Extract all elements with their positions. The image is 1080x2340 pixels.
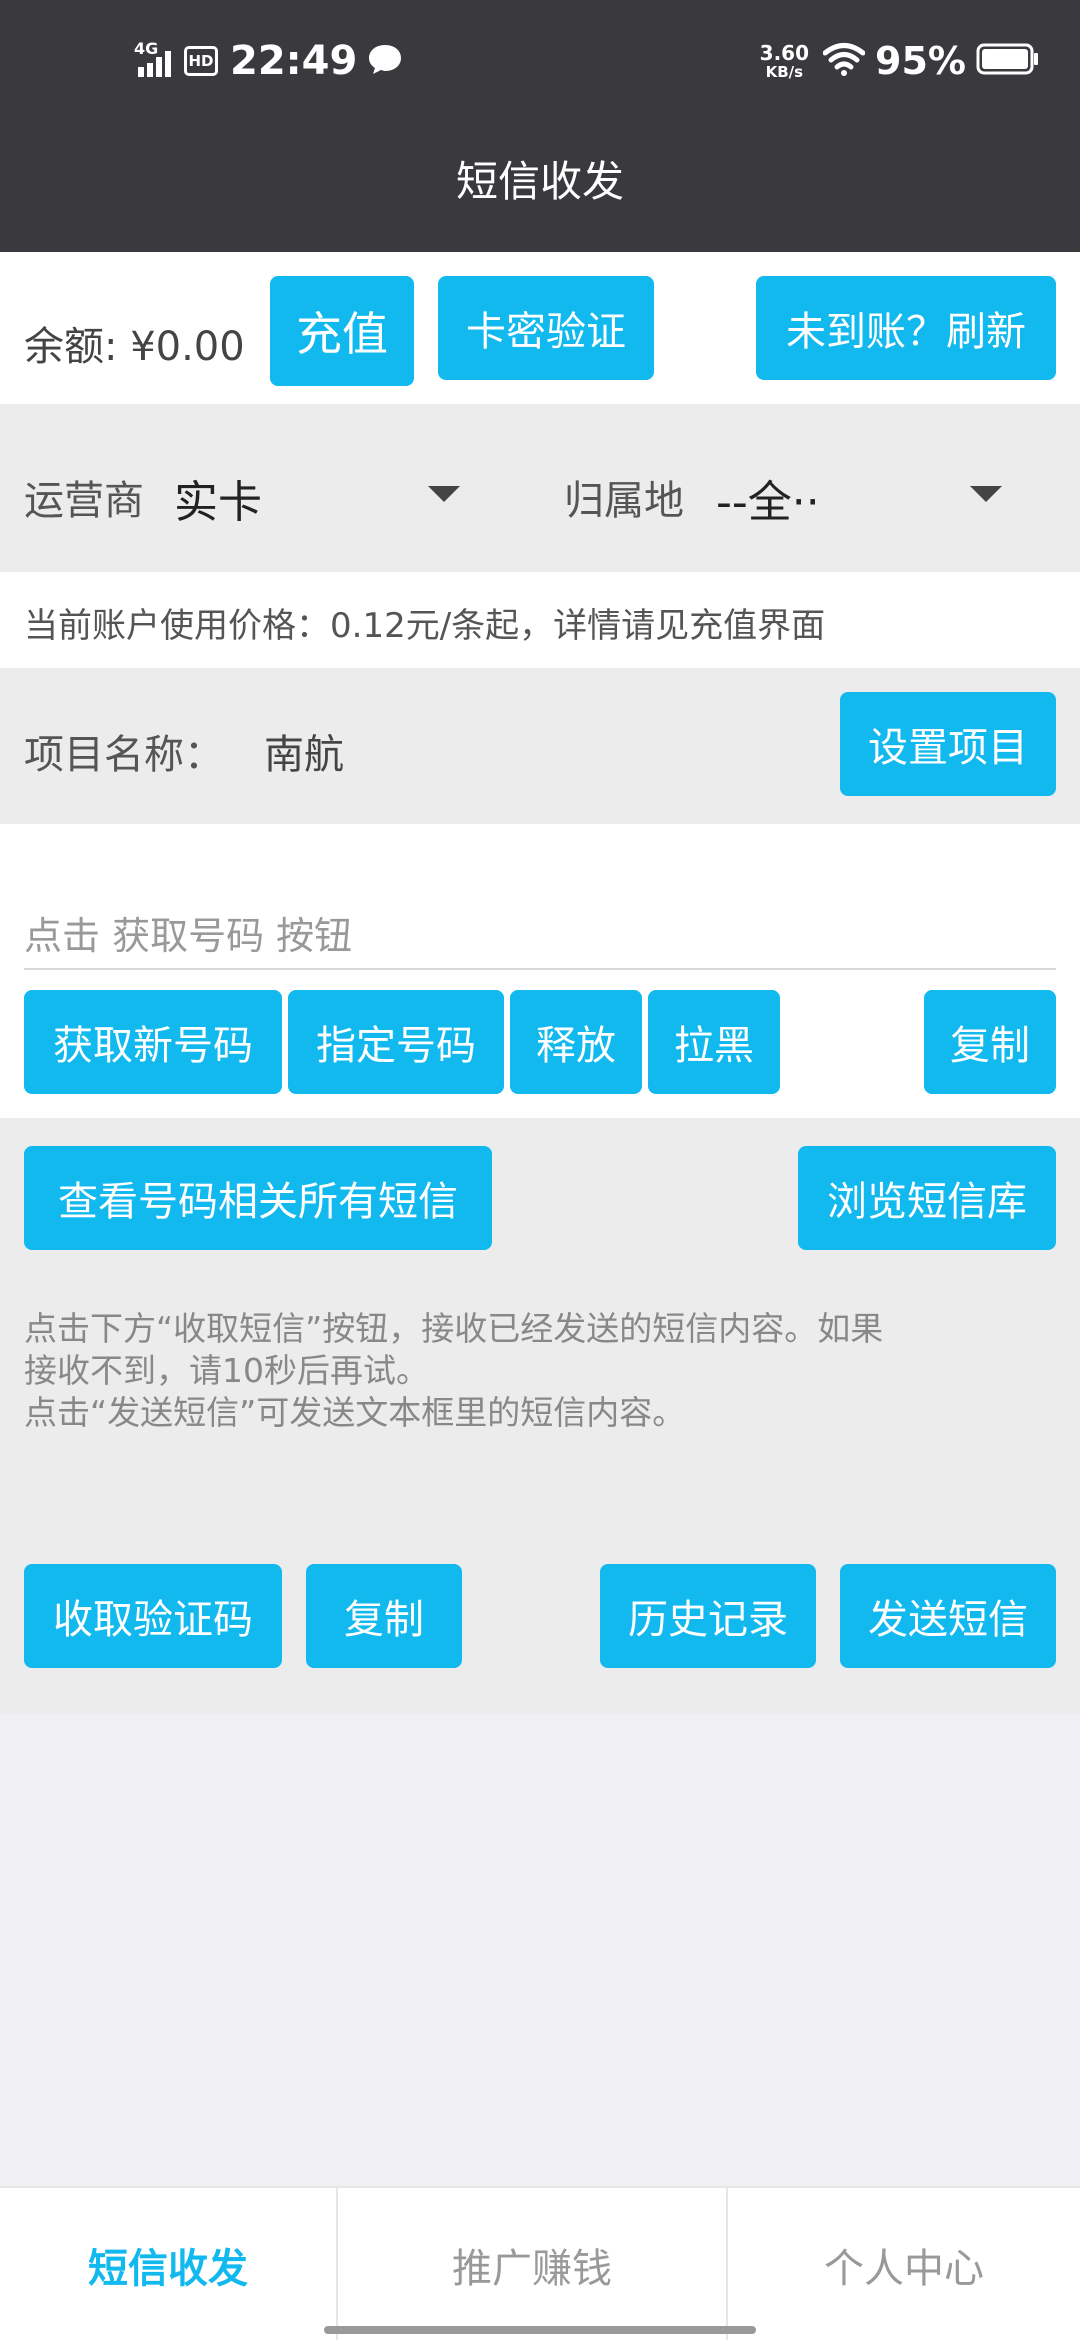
- card-verify-button[interactable]: 卡密验证: [438, 276, 654, 380]
- battery-icon: [976, 43, 1040, 79]
- sms-hint-line: 接收不到，请10秒后再试。: [24, 1351, 429, 1390]
- project-name-value: 南航: [264, 732, 344, 778]
- send-sms-button[interactable]: 发送短信: [840, 1564, 1056, 1668]
- home-indicator[interactable]: [324, 2326, 756, 2334]
- bottom-tab-bar: 短信收发 推广赚钱 个人中心: [0, 2186, 1080, 2340]
- blacklist-button[interactable]: 拉黑: [648, 990, 780, 1094]
- carrier-dropdown-icon: [428, 486, 460, 502]
- price-note: 当前账户使用价格：0.12元/条起，详情请见充值界面: [24, 606, 826, 646]
- region-label: 归属地: [564, 478, 684, 524]
- wifi-icon: [822, 42, 866, 80]
- specify-number-button[interactable]: 指定号码: [288, 990, 504, 1094]
- tab-sms[interactable]: 短信收发: [0, 2188, 336, 2340]
- release-button[interactable]: 释放: [510, 990, 642, 1094]
- view-all-sms-button[interactable]: 查看号码相关所有短信: [24, 1146, 492, 1250]
- region-dropdown-icon: [970, 486, 1002, 502]
- carrier-select[interactable]: 实卡: [174, 444, 464, 544]
- refresh-balance-button[interactable]: 未到账？刷新: [756, 276, 1056, 380]
- copy-number-button[interactable]: 复制: [924, 990, 1056, 1094]
- sms-section: 查看号码相关所有短信 浏览短信库 点击下方“收取短信”按钮，接收已经发送的短信内…: [0, 1118, 1080, 1714]
- sms-hint-line: 点击“发送短信”可发送文本框里的短信内容。: [24, 1393, 686, 1432]
- net-speed-value: 3.60: [759, 40, 810, 65]
- project-row: 项目名称： 南航 设置项目: [0, 668, 1080, 824]
- price-note-row: 当前账户使用价格：0.12元/条起，详情请见充值界面: [0, 572, 1080, 668]
- carrier-label: 运营商: [24, 478, 144, 524]
- carrier-value: 实卡: [174, 477, 262, 528]
- get-new-number-button[interactable]: 获取新号码: [24, 990, 282, 1094]
- status-left: 4G HD 22:49: [134, 34, 403, 88]
- tab-profile[interactable]: 个人中心: [728, 2188, 1080, 2340]
- tab-promote[interactable]: 推广赚钱: [338, 2188, 726, 2340]
- hd-icon: HD: [184, 46, 218, 76]
- copy-code-button[interactable]: 复制: [306, 1564, 462, 1668]
- status-time: 22:49: [230, 38, 358, 84]
- status-bar: 4G HD 22:49 3.60 KB/s 95%: [0, 0, 1080, 120]
- sms-hint: 点击下方“收取短信”按钮，接收已经发送的短信内容。如果 接收不到，请10秒后再试…: [24, 1308, 883, 1434]
- net-speed-unit: KB/s: [765, 62, 804, 81]
- net-speed: 3.60 KB/s: [760, 43, 809, 80]
- signal-icon: 4G: [134, 39, 178, 79]
- region-value: --全··: [716, 477, 820, 528]
- browse-sms-library-button[interactable]: 浏览短信库: [798, 1146, 1056, 1250]
- carrier-row: 运营商 实卡 归属地 --全··: [0, 404, 1080, 572]
- app-header: 4G HD 22:49 3.60 KB/s 95% 短信收发: [0, 0, 1080, 252]
- project-name-label: 项目名称：: [24, 732, 224, 778]
- recharge-button[interactable]: 充值: [270, 276, 414, 386]
- set-project-button[interactable]: 设置项目: [840, 692, 1056, 796]
- history-button[interactable]: 历史记录: [600, 1564, 816, 1668]
- balance-label: 余额: ¥0.00: [24, 324, 245, 370]
- number-section: 获取新号码 指定号码 释放 拉黑 复制: [0, 824, 1080, 1118]
- app-screen: 4G HD 22:49 3.60 KB/s 95% 短信收发 余额: ¥0.00…: [0, 0, 1080, 2340]
- phone-number-input[interactable]: [24, 904, 1056, 970]
- sms-hint-line: 点击下方“收取短信”按钮，接收已经发送的短信内容。如果: [24, 1309, 884, 1348]
- message-icon: [367, 42, 403, 80]
- battery-percent: 95%: [875, 39, 966, 83]
- status-right: 3.60 KB/s 95%: [760, 34, 1040, 88]
- receive-code-button[interactable]: 收取验证码: [24, 1564, 282, 1668]
- region-select[interactable]: --全··: [716, 444, 1006, 544]
- page-title: 短信收发: [455, 157, 624, 206]
- balance-row: 余额: ¥0.00 充值 卡密验证 未到账？刷新: [0, 252, 1080, 404]
